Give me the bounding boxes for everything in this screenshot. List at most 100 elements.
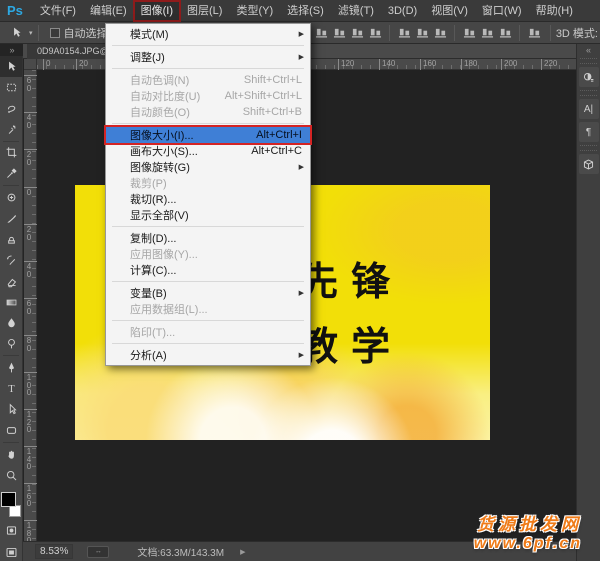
ps-logo: Ps	[0, 3, 33, 18]
menu-item-16[interactable]: 复制(D)...	[106, 230, 310, 246]
quick-mask-button[interactable]	[0, 521, 22, 539]
foreground-color-swatch[interactable]	[1, 492, 16, 507]
background-color-swatch[interactable]	[9, 505, 21, 517]
menu-item-20[interactable]: 变量(B)▶	[106, 285, 310, 301]
align-top-edges-icon[interactable]	[366, 25, 384, 41]
zoom-tool[interactable]	[0, 465, 22, 486]
menu-item-23: 陷印(T)...	[106, 324, 310, 340]
type-tool[interactable]: T	[0, 378, 22, 399]
document-size-info[interactable]: 文档:63.3M/143.3M	[137, 544, 224, 559]
menu-separator	[112, 68, 304, 69]
status-icon[interactable]: ↔	[87, 546, 109, 558]
dock-grip[interactable]	[580, 145, 597, 151]
status-menu-arrow-icon[interactable]: ▶	[240, 548, 245, 556]
ruler-tick	[501, 59, 502, 70]
dodge-tool[interactable]	[0, 333, 22, 354]
crop-tool[interactable]	[0, 143, 22, 164]
ruler-tick	[420, 59, 421, 70]
spot-healing-brush-tool[interactable]	[0, 187, 22, 208]
menu-item-9[interactable]: 图像大小(I)...Alt+Ctrl+I	[106, 127, 310, 143]
paragraph-panel-icon[interactable]: ¶	[579, 122, 599, 142]
ruler-label: 120	[25, 411, 33, 434]
menubar-item-8[interactable]: 3D(D)	[381, 1, 424, 21]
dock-grip[interactable]	[580, 90, 597, 96]
distribute-bottom-edges-icon[interactable]	[478, 25, 496, 41]
clone-stamp-tool[interactable]	[0, 229, 22, 250]
menu-item-label: 自动色调(N)	[130, 72, 230, 88]
menu-separator	[112, 226, 304, 227]
distribute-vertical-centers-icon[interactable]	[460, 25, 478, 41]
history-brush-tool[interactable]	[0, 250, 22, 271]
align-horizontal-centers-icon[interactable]	[330, 25, 348, 41]
menu-item-label: 自动对比度(U)	[130, 88, 211, 104]
menubar-item-1[interactable]: 文件(F)	[33, 1, 83, 21]
submenu-arrow-icon: ▶	[299, 53, 304, 61]
align-icons-group	[312, 22, 543, 44]
menubar-item-4[interactable]: 图层(L)	[180, 1, 229, 21]
menu-item-3[interactable]: 调整(J)▶	[106, 49, 310, 65]
3d-panel-icon[interactable]	[579, 154, 599, 174]
distribute-top-edges-icon[interactable]	[431, 25, 449, 41]
menu-item-11[interactable]: 图像旋转(G)▶	[106, 159, 310, 175]
lasso-tool[interactable]	[0, 98, 22, 119]
screen-mode-button[interactable]	[0, 543, 22, 561]
shape-tool[interactable]	[0, 420, 22, 441]
auto-select-checkbox[interactable]	[50, 28, 60, 38]
submenu-arrow-icon: ▶	[299, 163, 304, 171]
menu-item-label: 调整(J)	[130, 49, 302, 65]
hand-tool[interactable]	[0, 444, 22, 465]
menubar-item-7[interactable]: 滤镜(T)	[331, 1, 381, 21]
menubar-item-10[interactable]: 窗口(W)	[475, 1, 529, 21]
blur-tool[interactable]	[0, 313, 22, 334]
menu-item-13[interactable]: 裁切(R)...	[106, 191, 310, 207]
dock-grip[interactable]	[580, 58, 597, 64]
menu-item-25[interactable]: 分析(A)▶	[106, 347, 310, 363]
menu-item-14[interactable]: 显示全部(V)	[106, 207, 310, 223]
eyedropper-tool[interactable]	[0, 163, 22, 184]
adjustments-panel-icon[interactable]	[579, 67, 599, 87]
menu-item-label: 自动颜色(O)	[130, 104, 229, 120]
menubar-item-6[interactable]: 选择(S)	[280, 1, 331, 21]
pen-tool[interactable]	[0, 357, 22, 378]
magic-wand-tool[interactable]	[0, 119, 22, 140]
vertical-ruler[interactable]: 604020020406080100120140160180	[24, 70, 37, 541]
svg-text:T: T	[8, 384, 15, 395]
path-selection-tool[interactable]	[0, 399, 22, 420]
menu-item-1[interactable]: 模式(M)▶	[106, 26, 310, 42]
zoom-level-field[interactable]: 8.53%	[35, 544, 73, 559]
move-tool-icon[interactable]	[5, 22, 27, 43]
auto-align-layers-icon[interactable]	[525, 25, 543, 41]
ruler-label: 40	[25, 114, 33, 129]
character-panel-icon[interactable]: A|	[579, 99, 599, 119]
brush-tool[interactable]	[0, 208, 22, 229]
menubar-item-11[interactable]: 帮助(H)	[529, 1, 580, 21]
canvas-text-line1: 先锋	[299, 251, 403, 307]
divider	[3, 355, 19, 356]
gradient-tool[interactable]	[0, 292, 22, 313]
canvas-text-line2: 教学	[299, 316, 403, 372]
tool-preset-caret-icon[interactable]: ▾	[29, 29, 33, 37]
ruler-tick	[379, 59, 380, 70]
align-bottom-edges-icon[interactable]	[413, 25, 431, 41]
ruler-tick	[461, 59, 462, 70]
menubar-item-3[interactable]: 图像(I)	[134, 1, 180, 21]
menu-item-18[interactable]: 计算(C)...	[106, 262, 310, 278]
align-vertical-centers-icon[interactable]	[395, 25, 413, 41]
ruler-tick	[541, 59, 542, 70]
menubar-item-5[interactable]: 类型(Y)	[229, 1, 280, 21]
rectangular-marquee-tool[interactable]	[0, 77, 22, 98]
ruler-label: 160	[25, 485, 33, 508]
move-tool[interactable]	[0, 56, 22, 77]
toolbar-collapse-icon[interactable]: »	[2, 44, 22, 56]
ruler-label: 0	[25, 189, 33, 197]
eraser-tool[interactable]	[0, 271, 22, 292]
menubar-item-9[interactable]: 视图(V)	[424, 1, 475, 21]
menubar-item-2[interactable]: 编辑(E)	[83, 1, 134, 21]
align-right-edges-icon[interactable]	[348, 25, 366, 41]
menu-item-10[interactable]: 画布大小(S)...Alt+Ctrl+C	[106, 143, 310, 159]
dock-collapse-icon[interactable]: «	[577, 44, 600, 56]
distribute-left-edges-icon[interactable]	[496, 25, 514, 41]
menu-item-shortcut: Alt+Shift+Ctrl+L	[225, 90, 302, 102]
ruler-tick	[43, 59, 44, 70]
align-left-edges-icon[interactable]	[312, 25, 330, 41]
